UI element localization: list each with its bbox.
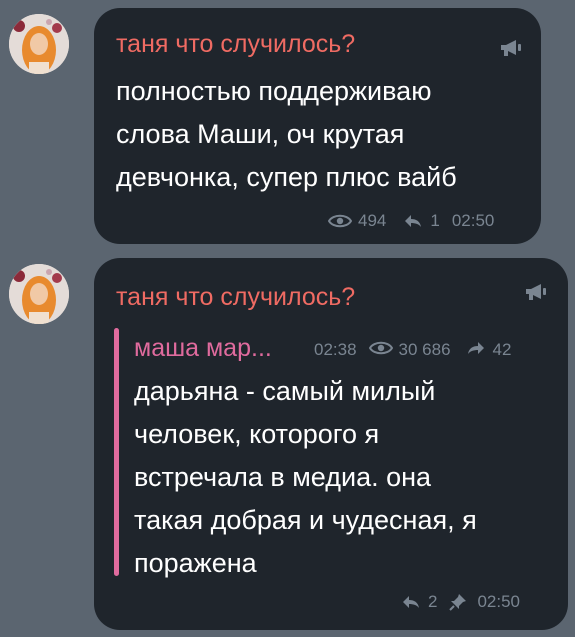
message-text: полностью поддерживаю слова Маши, оч кру… [116, 70, 457, 199]
avatar[interactable] [9, 264, 69, 324]
message-bubble[interactable]: таня что случилось? полностью поддержива… [94, 8, 541, 244]
replies-count: 2 [428, 592, 438, 611]
forward-sender-name[interactable]: маша мар... [134, 334, 272, 363]
forward-shares-count: 42 [492, 340, 512, 359]
message-meta: 2 02:50 [402, 592, 520, 612]
sender-name[interactable]: таня что случилось? [116, 30, 355, 59]
avatar[interactable] [9, 14, 69, 74]
message-line: дарьяна - самый милый [134, 376, 436, 406]
pin-icon [449, 593, 467, 611]
megaphone-icon [501, 40, 521, 56]
eye-icon [368, 340, 393, 360]
eye-icon [328, 214, 352, 228]
message-line: девчонка, супер плюс вайб [116, 162, 457, 192]
message-line: слова Маши, оч крутая [116, 119, 405, 149]
message-line: поражена [134, 548, 257, 578]
avatar-photo-icon [9, 14, 69, 74]
avatar-photo-icon [9, 264, 69, 324]
message-meta: 494 1 02:50 [328, 211, 494, 231]
megaphone-icon [526, 284, 546, 300]
message-line: человек, которого я [134, 419, 380, 449]
reply-icon[interactable] [404, 214, 422, 228]
reply-icon[interactable] [402, 595, 420, 609]
views-count: 494 [358, 211, 387, 230]
forward-time: 02:38 [314, 340, 357, 359]
forward-views-count: 30 686 [398, 340, 451, 359]
message-line: такая добрая и чудесная, я [134, 505, 477, 535]
message-bubble[interactable]: таня что случилось? маша мар... 02:38 30… [94, 258, 568, 630]
share-icon[interactable] [467, 340, 485, 360]
message-time: 02:50 [451, 211, 495, 230]
message-line: встречала в медиа. она [134, 462, 432, 492]
forward-meta: 02:38 30 686 42 [314, 340, 511, 360]
message-time: 02:50 [477, 592, 521, 611]
sender-name[interactable]: таня что случилось? [116, 283, 355, 312]
replies-count: 1 [430, 211, 440, 230]
message-line: полностью поддерживаю [116, 76, 432, 106]
forward-text: дарьяна - самый милый человек, которого … [134, 370, 477, 585]
quote-accent-bar [114, 328, 119, 576]
